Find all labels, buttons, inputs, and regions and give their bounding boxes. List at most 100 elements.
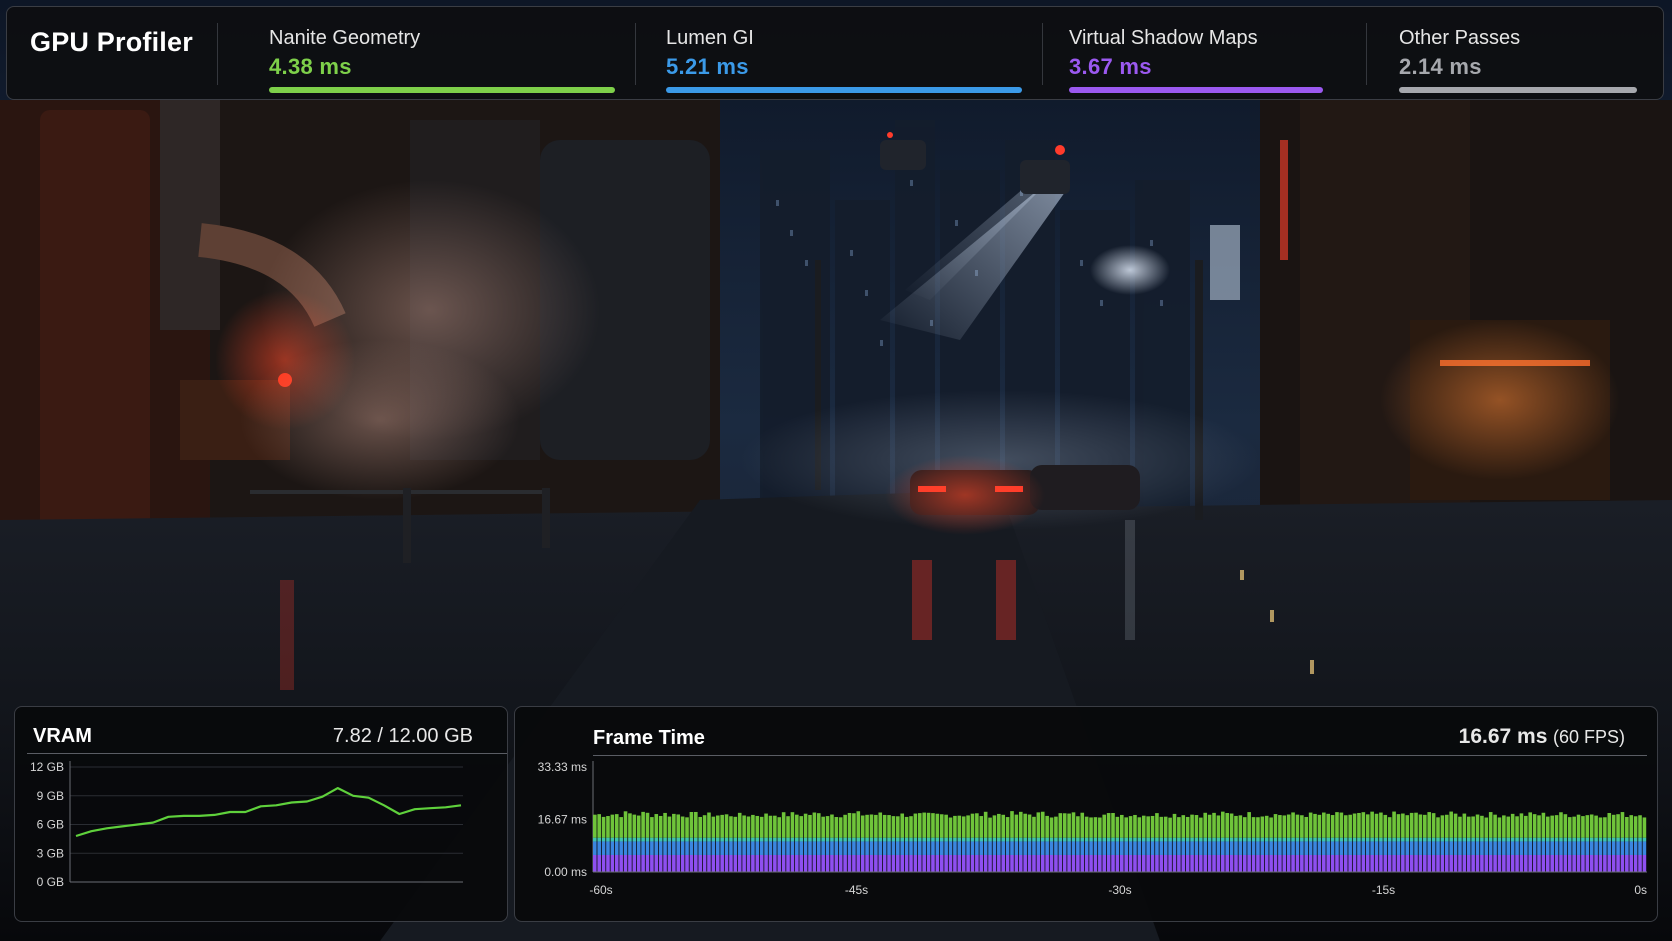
frame-bar-segment	[628, 841, 632, 855]
frame-bar-segment	[1343, 854, 1348, 872]
frame-bar-segment	[1449, 854, 1453, 872]
frame-bar-segment	[992, 837, 997, 842]
frame-bar-segment	[887, 854, 891, 872]
frame-bar-segment	[878, 812, 883, 838]
frame-bar-segment	[1190, 841, 1194, 855]
frame-bar-segment	[847, 837, 852, 842]
frame-bar-segment	[1322, 854, 1326, 872]
frame-bar-segment	[1585, 854, 1590, 872]
frame-bar-segment	[1607, 841, 1612, 855]
frame-bar-segment	[1374, 854, 1379, 872]
frame-bar-segment	[1150, 837, 1155, 842]
frame-bar-segment	[672, 813, 676, 838]
frame-bar-segment	[680, 816, 685, 838]
frame-bar-segment	[1207, 814, 1212, 838]
frame-bar-segment	[729, 816, 733, 838]
metric-lumen-gi[interactable]: Lumen GI 5.21 ms	[666, 7, 1022, 99]
frame-bar-segment	[1537, 841, 1541, 855]
frame-bar-segment	[623, 854, 628, 872]
frame-bar-segment	[601, 841, 606, 855]
frame-bar-segment	[1278, 815, 1282, 838]
frame-bar-segment	[1216, 815, 1221, 838]
frame-bar-segment	[1102, 814, 1107, 838]
frame-bar-segment	[711, 841, 716, 855]
metric-virtual-shadow-maps[interactable]: Virtual Shadow Maps 3.67 ms	[1069, 7, 1323, 99]
frame-bar-segment	[1159, 837, 1164, 842]
frame-bar-segment	[737, 812, 742, 838]
frame-bar-segment	[751, 837, 755, 842]
frame-bar-segment	[606, 816, 610, 838]
frame-bar-segment	[1502, 854, 1506, 872]
frame-bar-segment	[1638, 854, 1642, 872]
frame-bar-segment	[1269, 837, 1273, 842]
frame-bar-segment	[1133, 854, 1137, 872]
frame-bar-segment	[764, 837, 768, 842]
frame-bar-segment	[975, 837, 979, 842]
frame-bar-segment	[1620, 854, 1625, 872]
frame-bar-segment	[1616, 837, 1620, 842]
frame-bar-segment	[953, 815, 957, 838]
frame-bar-segment	[825, 841, 830, 855]
frame-bar-segment	[1137, 841, 1142, 855]
frame-bar-segment	[1638, 841, 1642, 855]
frame-bar-segment	[816, 854, 821, 872]
frame-bar-segment	[1335, 812, 1339, 838]
frame-bar-segment	[1115, 841, 1120, 855]
frame-bar-segment	[874, 841, 878, 855]
frame-bar-segment	[676, 814, 681, 838]
frame-bar-segment	[1365, 841, 1370, 855]
header-divider	[1366, 23, 1367, 85]
frame-bar-segment	[764, 841, 768, 855]
frame-bar-segment	[1216, 837, 1221, 842]
frame-bar-segment	[1089, 841, 1093, 855]
frame-bar-segment	[1515, 816, 1519, 838]
frame-bar-segment	[834, 837, 839, 842]
frame-bar-segment	[1335, 841, 1339, 855]
frame-bar-segment	[702, 837, 707, 842]
frame-bar-segment	[957, 815, 962, 838]
frame-bar-segment	[1620, 837, 1625, 842]
frame-bar-segment	[887, 837, 891, 842]
frame-bar-segment	[1370, 854, 1374, 872]
header-divider	[1042, 23, 1043, 85]
frame-bar-segment	[597, 854, 601, 872]
frame-bar-segment	[685, 817, 689, 838]
frame-bar-segment	[1611, 841, 1616, 855]
frame-bar-segment	[909, 841, 913, 855]
x-tick-label: -15s	[1372, 883, 1395, 897]
frame-bar-segment	[1339, 854, 1344, 872]
metric-value: 3.67 ms	[1069, 54, 1152, 79]
frame-bar-segment	[1418, 814, 1423, 838]
frame-bar-segment	[1062, 837, 1067, 842]
frame-bar-segment	[1414, 837, 1418, 842]
frame-bar-segment	[1330, 854, 1335, 872]
frame-bar-segment	[1234, 815, 1238, 838]
frame-bar-segment	[838, 841, 843, 855]
frame-bar-segment	[1515, 841, 1519, 855]
frame-bar-segment	[1414, 854, 1418, 872]
frame-bar-segment	[1045, 837, 1049, 842]
metric-value: 4.38 ms	[269, 54, 352, 79]
frame-bar-segment	[1537, 815, 1541, 838]
frame-bar-segment	[874, 814, 878, 838]
frame-bar-segment	[1194, 815, 1199, 838]
metric-nanite-geometry[interactable]: Nanite Geometry 4.38 ms	[269, 7, 615, 99]
frame-bar-segment	[843, 814, 847, 838]
frame-bar-segment	[1111, 837, 1115, 842]
frame-bar-segment	[1124, 837, 1128, 842]
frame-bar-segment	[1343, 837, 1348, 842]
frame-bar-segment	[860, 815, 865, 838]
metric-other-passes[interactable]: Other Passes 2.14 ms	[1399, 7, 1637, 99]
frame-bar-segment	[1326, 841, 1331, 855]
frame-bar-segment	[878, 841, 883, 855]
frame-bar-segment	[1264, 837, 1269, 842]
frame-bar-segment	[1190, 854, 1194, 872]
frame-bar-segment	[786, 837, 790, 842]
frame-bar-segment	[1440, 837, 1445, 842]
frame-bar-segment	[1471, 816, 1475, 838]
frame-bar-segment	[1559, 854, 1563, 872]
frame-bar-segment	[970, 841, 975, 855]
frame-bar-segment	[1146, 837, 1150, 842]
frame-bar-segment	[1177, 854, 1181, 872]
frame-bar-segment	[1225, 841, 1229, 855]
